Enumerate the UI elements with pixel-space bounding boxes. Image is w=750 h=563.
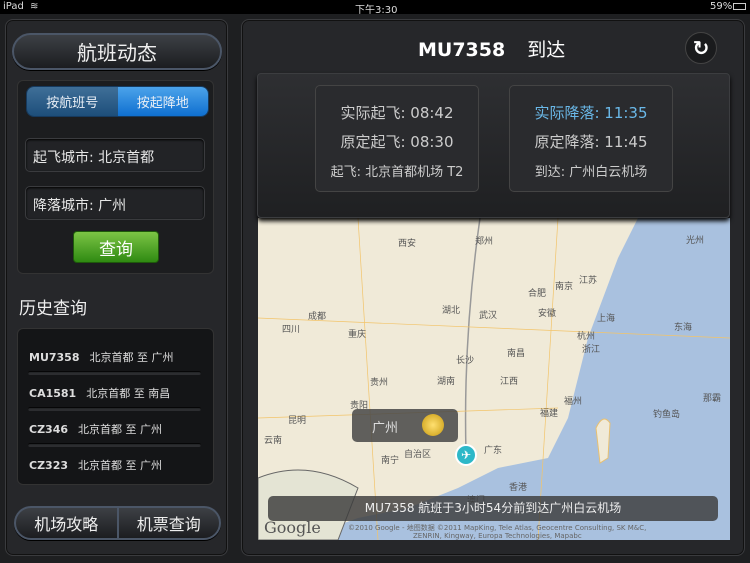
departure-city-label: 起飞城市: bbox=[33, 150, 94, 166]
map-label: 长沙 bbox=[456, 356, 475, 366]
actual-departure: 实际起飞: 08:42 bbox=[340, 104, 454, 122]
arrival-city-label: 降落城市: bbox=[33, 198, 94, 214]
history-flight: CZ323 bbox=[29, 459, 69, 472]
map-copyright: ZENRIN, Kingway, Europa Technologies, Ma… bbox=[413, 532, 582, 540]
history-item[interactable]: CZ346 北京首都 至 广州 bbox=[29, 421, 162, 437]
map-label: 福建 bbox=[540, 409, 559, 419]
map-label: 那霸 bbox=[703, 394, 722, 404]
departure-city-field[interactable]: 起飞城市: 北京首都 bbox=[25, 138, 205, 172]
departure-box: 实际起飞: 08:42 原定起飞: 08:30 起飞: 北京首都机场 T2 bbox=[315, 85, 479, 192]
map-label: 浙江 bbox=[582, 345, 601, 355]
divider bbox=[28, 443, 201, 447]
map-label: 南宁 bbox=[381, 456, 400, 466]
status-bar: iPad ≋ 下午3:30 59% bbox=[0, 0, 750, 16]
map-label: 合肥 bbox=[528, 289, 547, 299]
map-label: 云南 bbox=[264, 436, 283, 446]
map-label: 西安 bbox=[398, 239, 417, 249]
departure-airport: 起飞: 北京首都机场 T2 bbox=[330, 165, 464, 180]
history-flight: CA1581 bbox=[29, 387, 77, 400]
tab-by-flight-number[interactable]: 按航班号 bbox=[27, 87, 118, 116]
map-label: 成都 bbox=[308, 312, 327, 322]
map-label: 杭州 bbox=[577, 332, 596, 342]
arrival-city-field[interactable]: 降落城市: 广州 bbox=[25, 186, 205, 220]
map-label: 昆明 bbox=[288, 416, 307, 426]
arrival-city-value: 广州 bbox=[98, 198, 127, 214]
map-label: 江西 bbox=[500, 377, 519, 387]
wifi-icon: ≋ bbox=[30, 1, 39, 12]
weather-city: 广州 bbox=[372, 421, 399, 436]
battery-percent: 59% bbox=[710, 1, 733, 12]
map-label: 福州 bbox=[564, 397, 583, 407]
map-label: 广东 bbox=[484, 446, 503, 456]
divider bbox=[28, 371, 201, 375]
divider bbox=[28, 407, 201, 411]
battery-icon bbox=[733, 3, 746, 10]
clock: 下午3:30 bbox=[355, 5, 398, 16]
device-name: iPad bbox=[3, 1, 24, 12]
route-map[interactable]: 西安 郑州 光州 江苏 合肥 南京 上海 成都 湖北 武汉 安徽 东海 四川 重… bbox=[258, 218, 730, 540]
map-label: 南京 bbox=[555, 282, 574, 292]
map-graphic bbox=[258, 218, 730, 540]
departure-city-value: 北京首都 bbox=[98, 150, 155, 166]
sidebar-title: 航班动态 bbox=[12, 33, 222, 70]
weather-callout[interactable]: 广州 bbox=[352, 409, 458, 442]
flight-number: MU7358 bbox=[418, 39, 506, 61]
map-label: 光州 bbox=[686, 236, 705, 246]
history-item[interactable]: CA1581 北京首都 至 南昌 bbox=[29, 385, 170, 401]
flight-header: MU7358 到达 bbox=[418, 35, 565, 62]
bottom-buttons: 机场攻略 机票查询 bbox=[14, 506, 221, 540]
history-route: 北京首都 至 广州 bbox=[89, 351, 174, 364]
partly-cloudy-icon bbox=[422, 414, 444, 436]
map-label: 钓鱼岛 bbox=[653, 410, 681, 420]
arrival-banner: MU7358 航班于3小时54分前到达广州白云机场 bbox=[268, 496, 718, 521]
arrival-box: 实际降落: 11:35 原定降落: 11:45 到达: 广州白云机场 bbox=[509, 85, 673, 192]
history-title: 历史查询 bbox=[19, 299, 87, 319]
history-flight: CZ346 bbox=[29, 423, 69, 436]
search-button[interactable]: 查询 bbox=[73, 231, 159, 263]
actual-arrival: 实际降落: 11:35 bbox=[534, 104, 648, 122]
map-label: 东海 bbox=[674, 323, 693, 333]
map-label: 湖南 bbox=[437, 377, 456, 387]
history-flight: MU7358 bbox=[29, 351, 80, 364]
refresh-icon[interactable]: ↻ bbox=[685, 32, 717, 64]
map-label: 上海 bbox=[597, 314, 616, 324]
flight-info-card: 实际起飞: 08:42 原定起飞: 08:30 起飞: 北京首都机场 T2 实际… bbox=[257, 73, 730, 218]
history-route: 北京首都 至 南昌 bbox=[86, 387, 171, 400]
scheduled-arrival: 原定降落: 11:45 bbox=[534, 133, 648, 151]
arrival-airport: 到达: 广州白云机场 bbox=[534, 165, 648, 180]
map-label: 安徽 bbox=[538, 309, 557, 319]
map-label: 四川 bbox=[282, 325, 301, 335]
airport-guide-button[interactable]: 机场攻略 bbox=[16, 508, 119, 538]
map-label: 香港 bbox=[509, 483, 528, 493]
search-mode-tabs: 按航班号 按起降地 bbox=[26, 86, 209, 117]
history-item[interactable]: CZ323 北京首都 至 广州 bbox=[29, 457, 162, 473]
map-label: 自治区 bbox=[404, 450, 432, 460]
google-logo: Google bbox=[264, 518, 321, 537]
map-label: 武汉 bbox=[479, 311, 498, 321]
flight-state: 到达 bbox=[527, 39, 566, 61]
airport-marker-icon[interactable]: ✈ bbox=[455, 444, 477, 466]
map-label: 重庆 bbox=[348, 330, 367, 340]
map-label: 江苏 bbox=[579, 276, 598, 286]
history-route: 北京首都 至 广州 bbox=[78, 459, 163, 472]
ticket-search-button[interactable]: 机票查询 bbox=[119, 508, 220, 538]
history-item[interactable]: MU7358 北京首都 至 广州 bbox=[29, 349, 174, 365]
map-label: 南昌 bbox=[507, 349, 526, 359]
map-label: 贵州 bbox=[370, 378, 389, 388]
tab-by-route[interactable]: 按起降地 bbox=[117, 87, 208, 116]
map-label: 湖北 bbox=[442, 306, 461, 316]
scheduled-departure: 原定起飞: 08:30 bbox=[340, 133, 454, 151]
history-route: 北京首都 至 广州 bbox=[78, 423, 163, 436]
map-label: 郑州 bbox=[475, 237, 494, 247]
